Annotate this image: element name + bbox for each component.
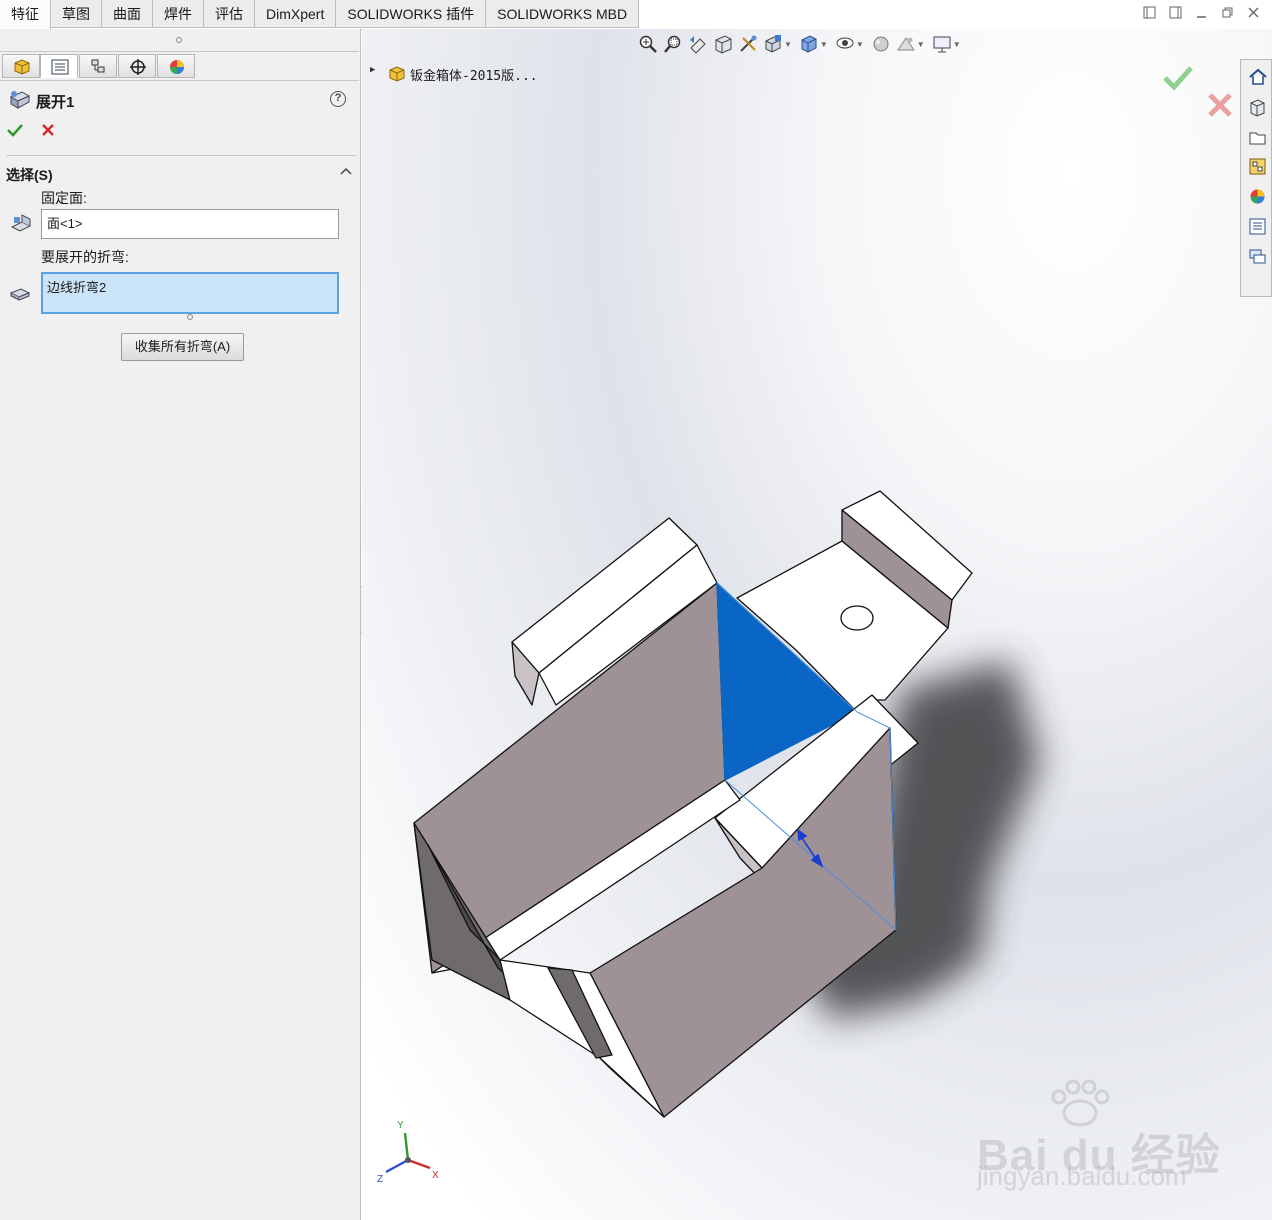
feature-title-row: 展开1 ? (0, 89, 359, 113)
appearances-button[interactable] (1244, 183, 1269, 208)
home-icon (1249, 68, 1267, 85)
chevron-down-icon[interactable]: ▼ (820, 40, 828, 49)
part-icon (388, 65, 406, 87)
feature-manager-icon (14, 59, 30, 75)
file-explorer-icon (1249, 132, 1266, 145)
baidu-watermark: Bai du 经验 jingyan.baidu.com (977, 1079, 1227, 1199)
dimxpert-manager-tab[interactable] (118, 54, 156, 78)
chevron-up-icon[interactable] (340, 163, 352, 179)
chevron-down-icon[interactable]: ▼ (953, 40, 961, 49)
previous-view-icon[interactable] (688, 34, 708, 54)
tab-solidworks-mbd[interactable]: SOLIDWORKS MBD (486, 0, 640, 28)
expand-arrow-icon[interactable]: ▶ (370, 65, 375, 75)
panel-resize-grip[interactable] (176, 37, 182, 43)
list-resize-grip[interactable] (187, 314, 193, 320)
apply-scene-icon[interactable] (896, 34, 916, 54)
watermark-url: jingyan.baidu.com (977, 1161, 1187, 1191)
custom-properties-icon (1249, 218, 1266, 235)
tab-dimxpert[interactable]: DimXpert (255, 0, 337, 28)
part-body[interactable] (413, 490, 973, 1118)
forum-button[interactable] (1244, 243, 1269, 268)
bends-to-unfold-list[interactable]: 边线折弯2 (41, 272, 339, 314)
checkmark-icon (7, 124, 23, 137)
window-controls (1142, 6, 1260, 20)
display-manager-tab[interactable] (157, 54, 195, 78)
section-title: 选择(S) (6, 167, 53, 183)
view-settings-icon[interactable] (932, 34, 952, 54)
restore-left-icon[interactable] (1142, 6, 1156, 20)
appearances-icon (1250, 189, 1265, 204)
fixed-face-icon (10, 213, 32, 238)
custom-properties-button[interactable] (1244, 213, 1269, 238)
bends-icon (9, 285, 31, 304)
chevron-down-icon[interactable]: ▼ (784, 40, 792, 49)
help-icon[interactable]: ? (330, 91, 346, 107)
dynamic-annotation-icon[interactable] (738, 34, 758, 54)
tab-solidworks-addins[interactable]: SOLIDWORKS 插件 (336, 0, 487, 28)
tab-features[interactable]: 特征 (0, 0, 51, 29)
property-manager-tab[interactable] (40, 54, 78, 78)
dimxpert-manager-icon (130, 59, 146, 75)
close-icon[interactable] (1246, 6, 1260, 20)
feature-manager-tab[interactable] (2, 54, 40, 78)
feature-title: 展开1 (36, 94, 75, 111)
graphics-area[interactable]: Y X Z ▼ ▼ ▼ ▼ ▼ ▶ 钣金箱体-2015版... Bai du 经… (362, 29, 1272, 1220)
triad-z-label: Z (377, 1174, 383, 1185)
list-item[interactable]: 边线折弯2 (47, 277, 333, 296)
fixed-face-field[interactable]: 面<1> (41, 209, 339, 239)
view-palette-icon (1249, 158, 1266, 175)
unfold-feature-icon (8, 89, 32, 114)
cancel-button[interactable] (40, 122, 56, 143)
divider (6, 155, 356, 156)
zoom-area-icon[interactable] (663, 34, 683, 54)
confirmation-cancel-button[interactable] (1206, 91, 1234, 126)
zoom-to-fit-icon[interactable] (638, 34, 658, 54)
configuration-manager-icon (91, 59, 105, 73)
command-manager-tabbar: 特征 草图 曲面 焊件 评估 DimXpert SOLIDWORKS 插件 SO… (0, 0, 1272, 30)
configuration-manager-tab[interactable] (79, 54, 117, 78)
forum-icon (1249, 249, 1266, 264)
chevron-down-icon[interactable]: ▼ (917, 40, 925, 49)
fixed-face-label: 固定面: (41, 190, 87, 206)
property-manager-icon (51, 59, 69, 75)
hide-show-items-icon[interactable] (835, 34, 855, 54)
tab-sketch[interactable]: 草图 (51, 0, 102, 28)
home-button[interactable] (1244, 63, 1269, 88)
view-orientation-icon[interactable] (763, 34, 783, 54)
coordinate-triad: Y X Z (377, 1120, 439, 1185)
tab-weldments[interactable]: 焊件 (153, 0, 204, 28)
command-manager-tabs: 特征 草图 曲面 焊件 评估 DimXpert SOLIDWORKS 插件 SO… (0, 0, 640, 29)
view-palette-button[interactable] (1244, 153, 1269, 178)
display-style-icon[interactable] (799, 34, 819, 54)
cancel-x-icon (42, 124, 54, 136)
checkmark-icon (1163, 66, 1193, 91)
tab-evaluate[interactable]: 评估 (204, 0, 255, 28)
file-explorer-button[interactable] (1244, 124, 1269, 149)
collect-all-bends-button[interactable]: 收集所有折弯(A) (121, 333, 244, 361)
tab-surfaces[interactable]: 曲面 (102, 0, 153, 28)
edit-appearance-icon[interactable] (871, 34, 891, 54)
minimize-icon[interactable] (1194, 6, 1208, 20)
display-manager-icon (170, 60, 184, 74)
task-pane (1240, 59, 1272, 297)
selections-section-header[interactable]: 选择(S) (0, 163, 359, 185)
design-library-icon (1250, 99, 1265, 117)
manager-tabstrip (0, 51, 359, 81)
heads-up-view-toolbar: ▼ ▼ ▼ ▼ ▼ (638, 33, 963, 55)
confirmation-ok-button[interactable] (1162, 64, 1194, 99)
part-name: 钣金箱体-2015版... (410, 69, 538, 84)
chevron-down-icon[interactable]: ▼ (856, 40, 864, 49)
triad-y-label: Y (397, 1120, 404, 1131)
triad-x-label: X (432, 1170, 439, 1181)
model-render: Y X Z (377, 490, 1040, 1185)
section-view-icon[interactable] (713, 34, 733, 54)
cancel-x-icon (1208, 93, 1232, 117)
ok-button[interactable] (6, 122, 24, 143)
restore-right-icon[interactable] (1168, 6, 1182, 20)
maximize-icon[interactable] (1220, 6, 1234, 20)
property-manager-panel: 展开1 ? 选择(S) 固定面: 面<1> 要展开的折弯: 边线折弯2 收集所有… (0, 29, 361, 1220)
bends-to-unfold-label: 要展开的折弯: (41, 249, 129, 265)
design-library-button[interactable] (1244, 94, 1269, 119)
